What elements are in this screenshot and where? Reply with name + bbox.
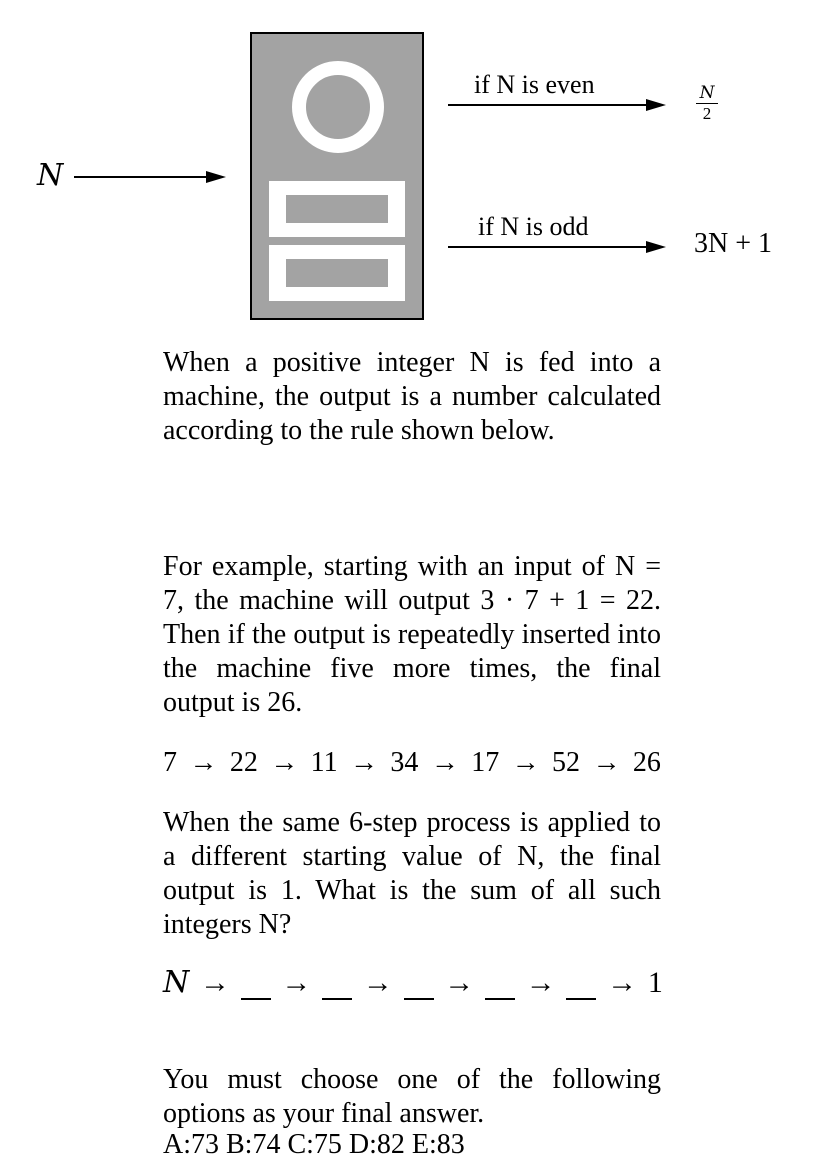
input-label: N <box>37 158 64 193</box>
sequence-value: 7 <box>163 747 177 778</box>
odd-output-expression: 3N + 1 <box>694 228 773 259</box>
sequence-arrow: → <box>607 966 638 999</box>
sequence-value: 26 <box>632 747 661 778</box>
sequence-start: N <box>163 965 190 1000</box>
sequence-value: 17 <box>471 747 500 778</box>
example-paragraph: For example, starting with an input of N… <box>163 551 661 718</box>
answer-options: A:73 B:74 C:75 D:82 E:83 <box>163 1129 465 1160</box>
sequence-arrow: → <box>350 747 378 778</box>
sequence-arrow: → <box>444 966 475 999</box>
blank-slot <box>322 976 353 1000</box>
machine-box <box>250 32 424 320</box>
odd-arrow <box>448 246 650 248</box>
blank-slot <box>240 976 271 1000</box>
instruction-paragraph: You must choose one of the following opt… <box>163 1064 661 1129</box>
even-condition-label: if N is even <box>474 70 595 99</box>
sequence-arrow: → <box>199 966 230 999</box>
blank-slot <box>403 976 434 1000</box>
blank-slot <box>485 976 515 1000</box>
sequence-value: 22 <box>229 747 258 778</box>
sequence-arrow: → <box>525 966 556 999</box>
machine-slot-top <box>269 181 405 237</box>
machine-diagram: N if N is even N 2 if N is odd 3N + 1 <box>0 0 828 330</box>
sequence-value: 34 <box>390 747 419 778</box>
even-arrowhead <box>646 99 666 111</box>
sequence-arrow: → <box>430 747 459 778</box>
blank-slot <box>566 976 597 1000</box>
fraction-denominator: 2 <box>702 104 712 123</box>
sequence-arrow: → <box>511 747 540 778</box>
sequence-value: 52 <box>552 747 581 778</box>
sequence-arrow: → <box>189 747 218 778</box>
sequence-arrow: → <box>281 966 312 999</box>
blank-sequence: N → → → → → → 1 <box>163 966 663 1000</box>
sequence-arrow: → <box>362 966 393 999</box>
input-arrowhead <box>206 171 226 183</box>
even-arrow <box>448 104 650 106</box>
sequence-arrow: → <box>592 747 621 778</box>
input-arrow <box>74 176 214 178</box>
sequence-arrow: → <box>270 747 299 778</box>
example-sequence: 7 → 22 → 11 → 34 → 17 → 52 → 26 <box>163 746 661 780</box>
odd-condition-label: if N is odd <box>478 212 589 241</box>
intro-paragraph: When a positive integer N is fed into a … <box>163 347 661 446</box>
sequence-value: 11 <box>310 747 338 778</box>
fraction-numerator: N <box>699 83 715 103</box>
even-output-fraction: N 2 <box>696 84 718 123</box>
sequence-end: 1 <box>647 966 663 999</box>
machine-dial-icon <box>292 61 384 153</box>
odd-arrowhead <box>646 241 666 253</box>
question-paragraph: When the same 6-step process is applied … <box>163 807 661 940</box>
machine-slot-bottom <box>269 245 405 301</box>
